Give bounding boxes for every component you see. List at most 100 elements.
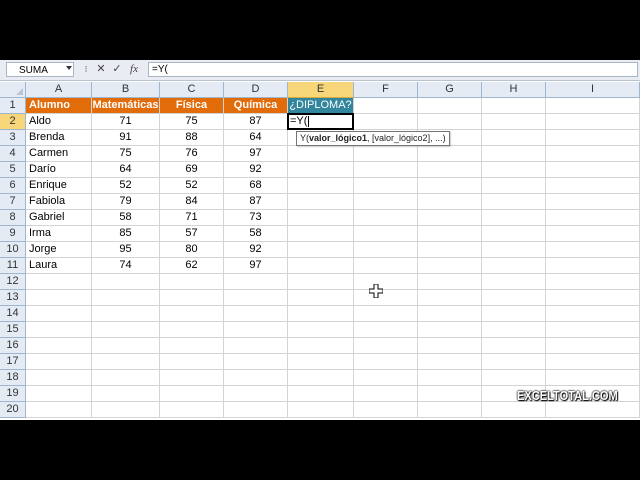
score-matematicas[interactable]: 95 (92, 242, 160, 258)
cell-e11[interactable] (288, 258, 354, 274)
score-matematicas[interactable]: 64 (92, 162, 160, 178)
cell-e10[interactable] (288, 242, 354, 258)
row-header-20[interactable]: 20 (0, 402, 26, 418)
cell-g20[interactable] (418, 402, 482, 418)
column-header-b[interactable]: B (92, 82, 160, 98)
cell-i15[interactable] (546, 322, 640, 338)
cell-e19[interactable] (288, 386, 354, 402)
cell-i17[interactable] (546, 354, 640, 370)
cell-i11[interactable] (546, 258, 640, 274)
cell-i6[interactable] (546, 178, 640, 194)
score-matematicas[interactable]: 91 (92, 130, 160, 146)
cell-e14[interactable] (288, 306, 354, 322)
cell-d19[interactable] (224, 386, 288, 402)
row-header-13[interactable]: 13 (0, 290, 26, 306)
name-box-dropdown-icon[interactable] (66, 66, 72, 70)
cell-i8[interactable] (546, 210, 640, 226)
score-matematicas[interactable]: 75 (92, 146, 160, 162)
header-diploma[interactable]: ¿DIPLOMA? (288, 98, 354, 114)
cell-e8[interactable] (288, 210, 354, 226)
cell-g13[interactable] (418, 290, 482, 306)
cell-f1[interactable] (354, 98, 418, 114)
row-header-8[interactable]: 8 (0, 210, 26, 226)
row-header-7[interactable]: 7 (0, 194, 26, 210)
cell-c16[interactable] (160, 338, 224, 354)
column-header-f[interactable]: F (354, 82, 418, 98)
score-fisica[interactable]: 69 (160, 162, 224, 178)
cell-h3[interactable] (482, 130, 546, 146)
insert-function-icon[interactable]: fx (127, 62, 141, 77)
score-quimica[interactable]: 97 (224, 258, 288, 274)
cell-e13[interactable] (288, 290, 354, 306)
cell-h18[interactable] (482, 370, 546, 386)
cell-f5[interactable] (354, 162, 418, 178)
cell-b17[interactable] (92, 354, 160, 370)
cell-h9[interactable] (482, 226, 546, 242)
row-header-18[interactable]: 18 (0, 370, 26, 386)
cell-e17[interactable] (288, 354, 354, 370)
cell-d18[interactable] (224, 370, 288, 386)
row-header-15[interactable]: 15 (0, 322, 26, 338)
cell-e9[interactable] (288, 226, 354, 242)
header-alumno[interactable]: Alumno (26, 98, 92, 114)
cell-g7[interactable] (418, 194, 482, 210)
score-fisica[interactable]: 71 (160, 210, 224, 226)
cell-c12[interactable] (160, 274, 224, 290)
cell-b19[interactable] (92, 386, 160, 402)
header-fisica[interactable]: Física (160, 98, 224, 114)
score-quimica[interactable]: 87 (224, 114, 288, 130)
cell-i14[interactable] (546, 306, 640, 322)
student-name[interactable]: Jorge (26, 242, 92, 258)
cell-e18[interactable] (288, 370, 354, 386)
cell-f14[interactable] (354, 306, 418, 322)
cell-g17[interactable] (418, 354, 482, 370)
row-header-19[interactable]: 19 (0, 386, 26, 402)
cell-f6[interactable] (354, 178, 418, 194)
cell-i7[interactable] (546, 194, 640, 210)
score-matematicas[interactable]: 52 (92, 178, 160, 194)
cell-h17[interactable] (482, 354, 546, 370)
cell-e7[interactable] (288, 194, 354, 210)
score-fisica[interactable]: 88 (160, 130, 224, 146)
cell-h11[interactable] (482, 258, 546, 274)
cell-f9[interactable] (354, 226, 418, 242)
score-quimica[interactable]: 64 (224, 130, 288, 146)
cell-i12[interactable] (546, 274, 640, 290)
cell-d15[interactable] (224, 322, 288, 338)
formula-input[interactable]: =Y( (148, 62, 638, 77)
column-header-d[interactable]: D (224, 82, 288, 98)
cell-h6[interactable] (482, 178, 546, 194)
cell-f19[interactable] (354, 386, 418, 402)
cell-d20[interactable] (224, 402, 288, 418)
row-header-14[interactable]: 14 (0, 306, 26, 322)
cell-g14[interactable] (418, 306, 482, 322)
cell-g9[interactable] (418, 226, 482, 242)
cell-b18[interactable] (92, 370, 160, 386)
cell-d17[interactable] (224, 354, 288, 370)
row-header-11[interactable]: 11 (0, 258, 26, 274)
cell-g19[interactable] (418, 386, 482, 402)
column-header-a[interactable]: A (26, 82, 92, 98)
cell-f20[interactable] (354, 402, 418, 418)
row-header-17[interactable]: 17 (0, 354, 26, 370)
cell-g5[interactable] (418, 162, 482, 178)
student-name[interactable]: Fabiola (26, 194, 92, 210)
select-all-button[interactable] (0, 82, 26, 98)
cell-g10[interactable] (418, 242, 482, 258)
cell-i18[interactable] (546, 370, 640, 386)
cell-g4[interactable] (418, 146, 482, 162)
cell-g1[interactable] (418, 98, 482, 114)
score-fisica[interactable]: 62 (160, 258, 224, 274)
score-quimica[interactable]: 97 (224, 146, 288, 162)
cell-b15[interactable] (92, 322, 160, 338)
row-header-12[interactable]: 12 (0, 274, 26, 290)
score-fisica[interactable]: 76 (160, 146, 224, 162)
cell-h13[interactable] (482, 290, 546, 306)
cell-e5[interactable] (288, 162, 354, 178)
cell-e4[interactable] (288, 146, 354, 162)
cell-a18[interactable] (26, 370, 92, 386)
cell-c19[interactable] (160, 386, 224, 402)
cell-i4[interactable] (546, 146, 640, 162)
student-name[interactable]: Gabriel (26, 210, 92, 226)
row-header-4[interactable]: 4 (0, 146, 26, 162)
